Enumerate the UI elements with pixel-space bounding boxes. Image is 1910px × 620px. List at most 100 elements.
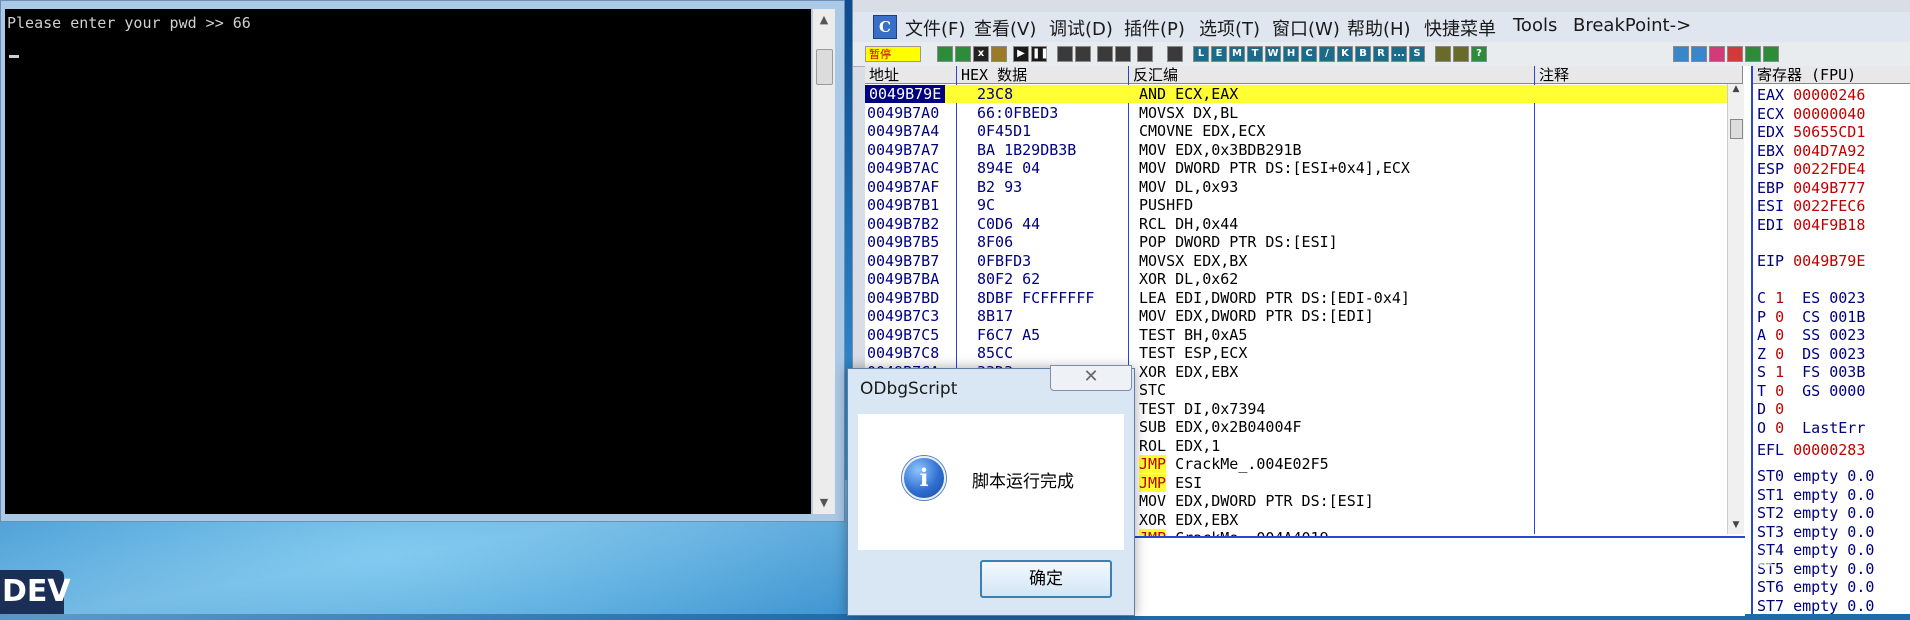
column-header-hex[interactable]: HEX 数据 [957,66,1129,84]
table-row[interactable]: 0049B7C8 85CC TEST ESP,ECX [865,344,1735,362]
help-icon[interactable]: ? [1471,46,1487,62]
menu-shortcut[interactable]: 快捷菜单 [1424,15,1496,41]
flag-a[interactable]: A 0 SS 0023 [1757,326,1865,344]
trace-into-icon[interactable] [1097,46,1113,62]
window-slash-button[interactable]: / [1319,46,1335,62]
step-over-icon[interactable] [1075,46,1091,62]
table-row[interactable]: 0049B7B5 8F06 POP DWORD PTR DS:[ESI] [865,233,1735,251]
registers-pane[interactable]: 寄存器 (FPU) EAX 00000246 ECX 00000040 EDX 50… [1751,66,1910,615]
column-header-disasm[interactable]: 反汇编 [1129,66,1535,84]
app-cpu-icon[interactable]: C [873,15,897,39]
register-ecx[interactable]: ECX 00000040 [1757,105,1865,123]
window-W-button[interactable]: W [1265,46,1281,62]
ok-button[interactable]: 确定 [980,560,1112,598]
register-eax[interactable]: EAX 00000246 [1757,86,1865,104]
table-row[interactable]: 0049B79E 23C8 AND ECX,EAX [865,85,1735,103]
table-row[interactable]: 0049B7A0 66:0FBED3 MOVSX DX,BL [865,104,1735,122]
table-row[interactable]: 0049B7BA 80F2 62 XOR DL,0x62 [865,270,1735,288]
plugin-icon-1[interactable] [1673,46,1689,62]
flag-t[interactable]: T 0 GS 0000 [1757,382,1865,400]
register-ebp[interactable]: EBP 0049B777 [1757,179,1865,197]
window-dots-button[interactable]: ... [1391,46,1407,62]
window-B-button[interactable]: B [1355,46,1371,62]
column-header-address[interactable]: 地址 [865,66,957,84]
grid-icon[interactable] [1453,46,1469,62]
table-row[interactable]: 0049B7BD 8DBF FCFFFFFF LEA EDI,DWORD PTR D… [865,289,1735,307]
list-icon[interactable] [1435,46,1451,62]
window-C-button[interactable]: C [1301,46,1317,62]
register-eip[interactable]: EIP 0049B79E [1757,252,1865,270]
menu-window[interactable]: 窗口(W) [1272,15,1340,41]
window-M-button[interactable]: M [1229,46,1245,62]
window-T-button[interactable]: T [1247,46,1263,62]
plugin-icon-3[interactable] [1709,46,1725,62]
close-program-icon[interactable]: x [973,46,989,62]
rewind-icon[interactable] [955,46,971,62]
table-row[interactable]: 0049B7B2 C0D6 44 RCL DH,0x44 [865,215,1735,233]
table-row[interactable]: 0049B7A7 BA 1B29DB3B MOV EDX,0x3BDB291B [865,141,1735,159]
table-row[interactable]: 0049B7B1 9C PUSHFD [865,196,1735,214]
disassembly-scroll-thumb[interactable] [1730,119,1743,139]
step-into-icon[interactable] [1057,46,1073,62]
flag-p[interactable]: P 0 CS 001B [1757,308,1865,326]
console-window[interactable]: Please enter your pwd >> 66 ▲ ▼ [0,0,845,522]
flag-o[interactable]: O 0 LastErr [1757,419,1874,437]
table-row[interactable]: 0049B7AF B2 93 MOV DL,0x93 [865,178,1735,196]
flag-d[interactable]: D 0 [1757,400,1784,418]
scroll-up-icon[interactable]: ▲ [813,11,835,29]
flag-c[interactable]: C 1 ES 0023 [1757,289,1865,307]
register-esp[interactable]: ESP 0022FDE4 [1757,160,1865,178]
table-row[interactable]: 0049B7B7 0FBFD3 MOVSX EDX,BX [865,252,1735,270]
fpu-st2[interactable]: ST2 empty 0.0 [1757,504,1874,522]
dev-taskbar-badge[interactable]: DEV [0,570,71,614]
window-H-button[interactable]: H [1283,46,1299,62]
menu-view[interactable]: 查看(V) [974,15,1036,41]
register-ebx[interactable]: EBX 004D7A92 [1757,142,1865,160]
window-E-button[interactable]: E [1211,46,1227,62]
flag-z[interactable]: Z 0 DS 0023 [1757,345,1865,363]
register-edx[interactable]: EDX 50655CD1 [1757,123,1865,141]
table-row[interactable]: 0049B7C3 8B17 MOV EDX,DWORD PTR DS:[EDI] [865,307,1735,325]
pause-icon[interactable]: ❚❚ [1031,46,1049,62]
close-icon[interactable]: ✕ [1050,365,1132,391]
fpu-st1[interactable]: ST1 empty 0.0 [1757,486,1874,504]
menu-options[interactable]: 选项(T) [1199,15,1260,41]
console-scrollbar[interactable]: ▲ ▼ [812,9,835,514]
plugin-icon-5[interactable] [1745,46,1761,62]
flag-s[interactable]: S 1 FS 003B [1757,363,1865,381]
window-S-button[interactable]: S [1409,46,1425,62]
trace-over-icon[interactable] [1115,46,1131,62]
window-L-button[interactable]: L [1193,46,1209,62]
plugin-icon-4[interactable] [1727,46,1743,62]
menu-help[interactable]: 帮助(H) [1347,15,1411,41]
register-efl[interactable]: EFL 00000283 [1757,441,1865,459]
window-R-button[interactable]: R [1373,46,1389,62]
register-esi[interactable]: ESI 0022FEC6 [1757,197,1865,215]
menu-tools[interactable]: Tools [1513,15,1557,36]
window-K-button[interactable]: K [1337,46,1353,62]
column-header-comment[interactable]: 注释 [1535,66,1743,84]
menu-file[interactable]: 文件(F) [905,15,965,41]
table-row[interactable]: 0049B7AC 894E 04 MOV DWORD PTR DS:[ESI+0x4… [865,159,1735,177]
menu-debug[interactable]: 调试(D) [1049,15,1113,41]
run-icon[interactable]: ▶ [1013,46,1029,62]
register-edi[interactable]: EDI 004F9B18 [1757,216,1865,234]
console-screen[interactable]: Please enter your pwd >> 66 [5,9,811,514]
menu-breakpoint[interactable]: BreakPoint-> [1573,15,1691,36]
stop-icon[interactable] [991,46,1007,62]
column-header-registers[interactable]: 寄存器 (FPU) [1753,66,1910,84]
fpu-st0[interactable]: ST0 empty 0.0 [1757,467,1874,485]
execute-till-return-icon[interactable] [1137,46,1153,62]
menu-plugins[interactable]: 插件(P) [1124,15,1185,41]
disassembly-scrollbar[interactable]: ▲ ▼ [1727,84,1744,534]
console-scroll-thumb[interactable] [816,49,833,85]
table-row[interactable]: 0049B7C5 F6C7 A5 TEST BH,0xA5 [865,326,1735,344]
restart-icon[interactable] [937,46,953,62]
plugin-icon-2[interactable] [1691,46,1707,62]
scroll-up-icon[interactable]: ▲ [1728,84,1744,98]
plugin-icon-6[interactable] [1763,46,1779,62]
table-row[interactable]: 0049B7A4 0F45D1 CMOVNE EDX,ECX [865,122,1735,140]
goto-icon[interactable] [1167,46,1183,62]
scroll-down-icon[interactable]: ▼ [813,494,835,512]
scroll-down-icon[interactable]: ▼ [1728,520,1744,534]
